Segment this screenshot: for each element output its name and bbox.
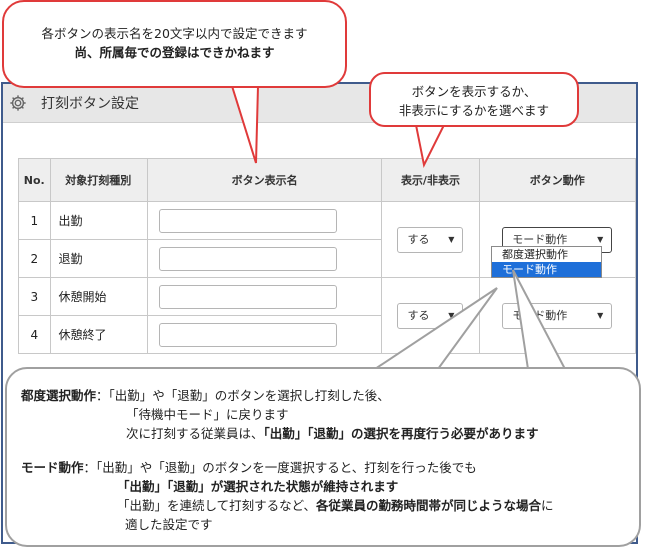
row-no: 3 [18, 277, 51, 316]
label-mode: モード動作 [21, 460, 84, 475]
explain-bold: が選択された状態が維持されます [210, 479, 399, 494]
row-no: 1 [18, 201, 51, 240]
button-name-input[interactable] [158, 208, 337, 233]
explain-row-3: 次に打刻する従業員は、「出勤」「退勤」の選択を再度行う必要があります [126, 423, 539, 442]
header-show: 表示/非表示 [381, 158, 480, 202]
dropdown-option-mode[interactable]: モード動作 [492, 262, 601, 277]
panel-title: 打刻ボタン設定 [41, 96, 139, 112]
explain-text: 「出勤」や「退勤」のボタンを一度選択すると、打刻を行った後でも [96, 460, 477, 475]
row-type: 休憩終了 [49, 315, 148, 354]
row-name-cell [146, 277, 383, 316]
callout-name-limit: 各ボタンの表示名を20文字以内で設定できます 尚、所属毎での登録はできかねます [2, 0, 347, 88]
explain-text: 次に打刻する従業員は、 [126, 426, 264, 441]
button-name-input[interactable] [158, 322, 337, 347]
visibility-select-value: する [407, 232, 430, 246]
explain-bold: 「出勤」「退勤」の選択を再度行う必要があります [263, 426, 539, 441]
table-header-row: No. 対象打刻種別 ボタン表示名 表示/非表示 ボタン動作 [18, 158, 637, 202]
action-dropdown-list: 都度選択動作 モード動作 [491, 246, 602, 278]
show-cell: する ▼ [381, 277, 480, 354]
triangle-down-icon: ▼ [448, 234, 455, 244]
dropdown-option-each-time[interactable]: 都度選択動作 [492, 247, 601, 262]
row-no: 2 [18, 239, 51, 278]
button-name-input[interactable] [158, 284, 337, 309]
callout-right-line2: 非表示にするかを選べます [398, 103, 550, 118]
colon: ： [83, 460, 97, 475]
explain-bold: 「出勤」「退勤」 [117, 479, 211, 494]
explain-text: に [541, 498, 554, 513]
show-cell: する ▼ [381, 201, 480, 278]
callout-visibility: ボタンを表示するか、 非表示にするかを選べます [369, 72, 579, 127]
visibility-select[interactable]: する ▼ [397, 226, 464, 253]
triangle-down-icon: ▼ [597, 310, 604, 320]
colon: ： [96, 388, 109, 403]
callout-top-line1: 各ボタンの表示名を20文字以内で設定できます [41, 26, 308, 41]
callout-action-explanation: 都度選択動作：「出勤」や「退勤」のボタンを選択し打刻した後、 「待機中モード」に… [5, 367, 641, 547]
explain-row-5: 「出勤」「退勤」が選択された状態が維持されます [117, 476, 398, 495]
explain-row-4: モード動作：「出勤」や「退勤」のボタンを一度選択すると、打刻を行った後でも [21, 457, 477, 476]
gear-icon [10, 95, 26, 111]
table-row: 1 出勤 する ▼ モード動作 ▼ [18, 201, 637, 278]
header-no: No. [18, 158, 51, 202]
action-select[interactable]: モード動作 ▼ [502, 302, 613, 329]
explain-row-6: 「出勤」を連続して打刻するなど、各従業員の勤務時間帯が同じような場合に [117, 495, 554, 514]
row-name-cell [146, 201, 383, 240]
visibility-select-value: する [407, 308, 430, 322]
row-no: 4 [18, 315, 51, 354]
callout-right-line1: ボタンを表示するか、 [411, 84, 537, 99]
action-select-value: モード動作 [512, 308, 568, 322]
row-type: 出勤 [49, 201, 148, 240]
explain-row-2: 「待機中モード」に戻ります [126, 407, 289, 422]
button-name-input[interactable] [158, 246, 337, 271]
explain-row-7: 適した設定です [125, 517, 213, 532]
explain-row-1: 都度選択動作：「出勤」や「退勤」のボタンを選択し打刻した後、 [21, 385, 390, 404]
row-name-cell [146, 239, 383, 278]
label-each-time: 都度選択動作 [21, 388, 97, 403]
explain-text: 「出勤」を連続して打刻するなど、 [117, 498, 317, 513]
row-name-cell [146, 315, 383, 354]
header-action: ボタン動作 [478, 158, 637, 202]
action-select-value: モード動作 [512, 232, 568, 246]
explain-text: 「出勤」や「退勤」のボタンを選択し打刻した後、 [108, 388, 390, 403]
visibility-select[interactable]: する ▼ [397, 302, 464, 329]
row-type: 休憩開始 [49, 277, 148, 316]
triangle-down-icon: ▼ [448, 310, 455, 320]
header-name: ボタン表示名 [146, 158, 383, 202]
table-row: 3 休憩開始 する ▼ モード動作 ▼ [18, 277, 637, 354]
row-type: 退勤 [49, 239, 148, 278]
callout-top-line2: 尚、所属毎での登録はできかねます [74, 45, 275, 60]
explain-bold: 各従業員の勤務時間帯が同じような場合 [316, 498, 542, 513]
action-cell: モード動作 ▼ [478, 277, 637, 354]
header-type: 対象打刻種別 [49, 158, 148, 202]
